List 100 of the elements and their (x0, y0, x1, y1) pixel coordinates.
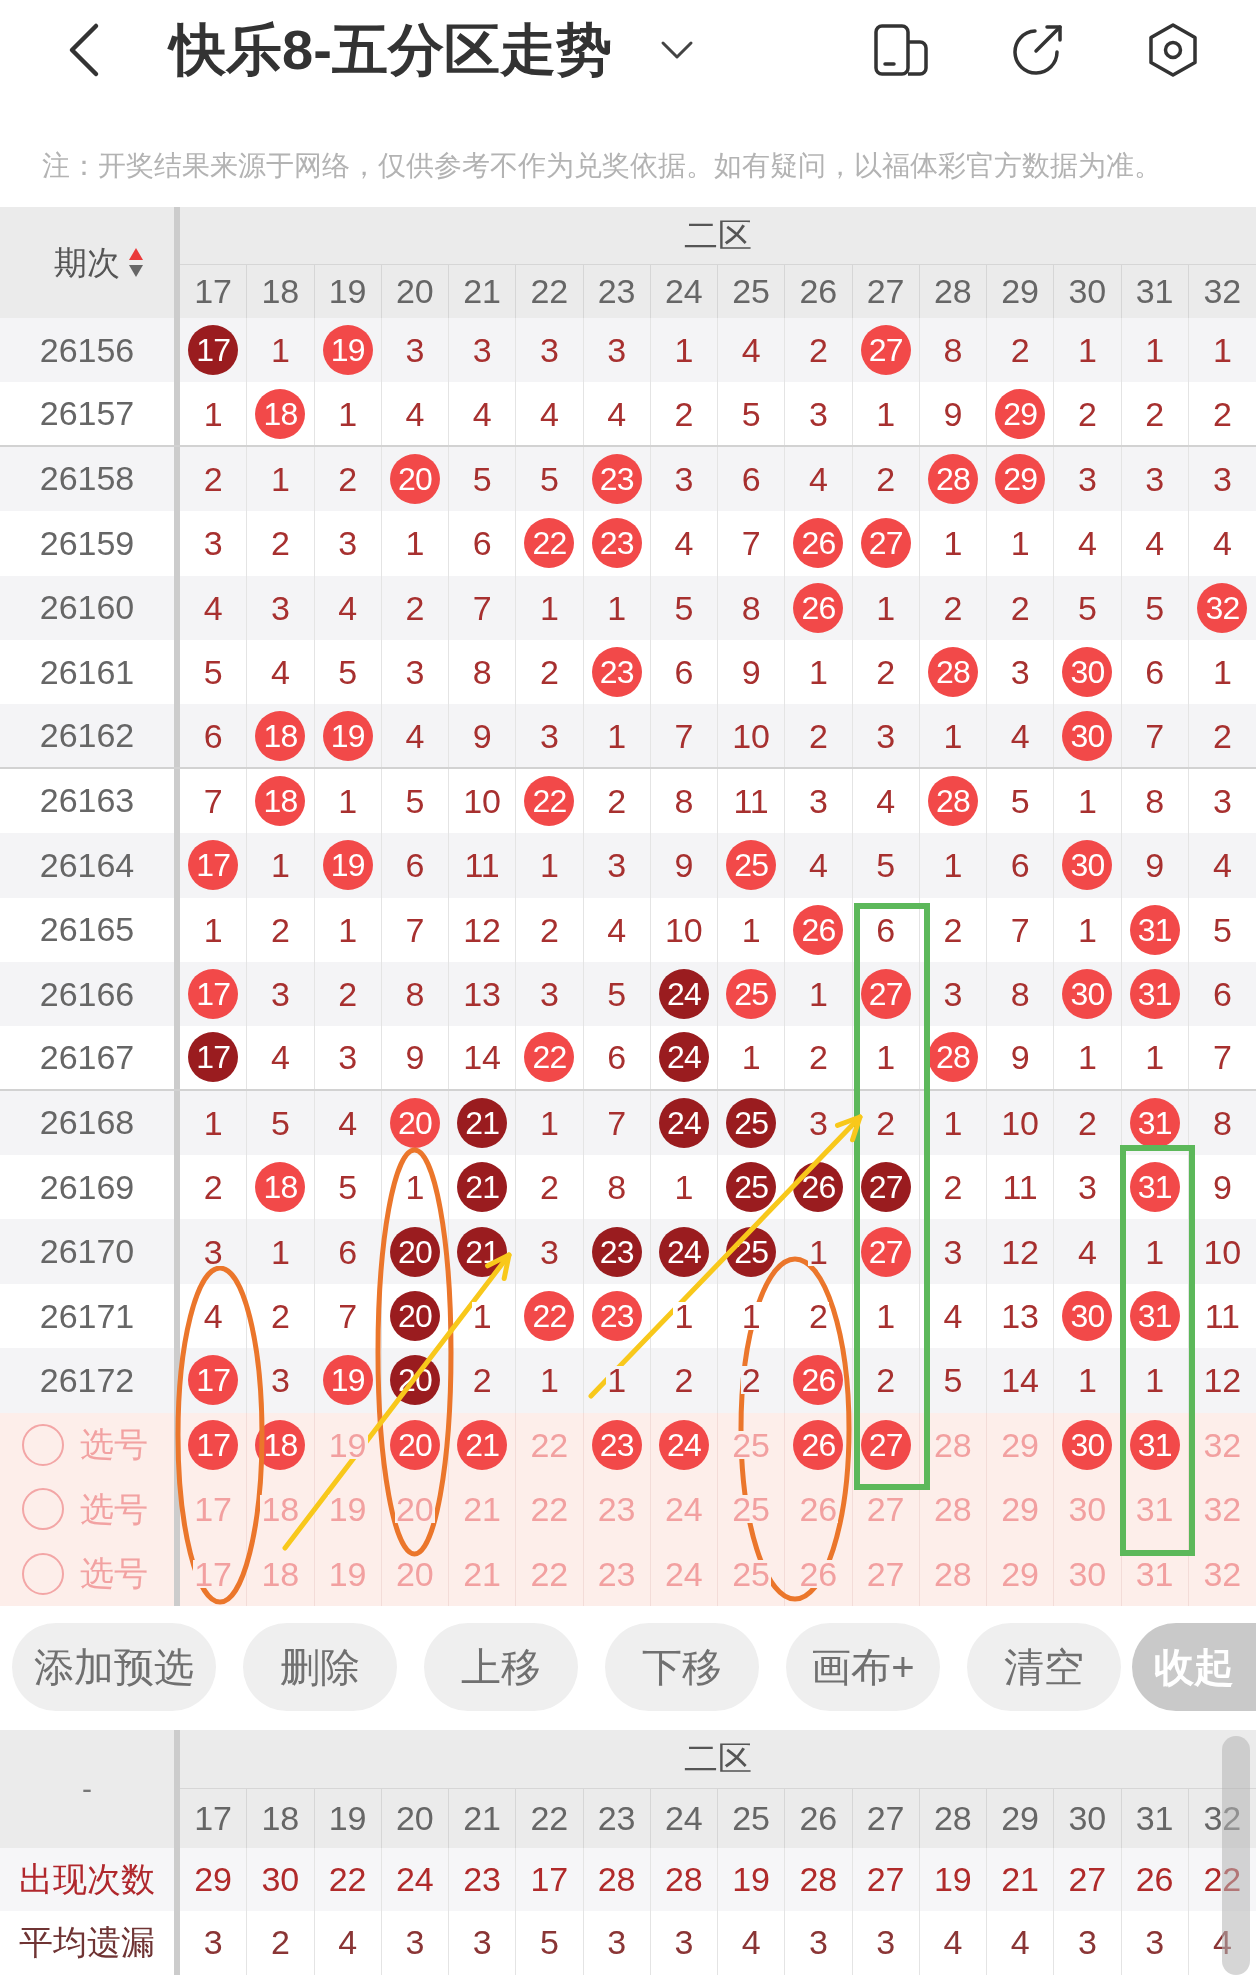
table-cell: 2 (471, 1366, 493, 1395)
column-header: 25 (718, 1788, 786, 1848)
table-cell: 2 (807, 1302, 829, 1331)
table-cell: 30 (247, 1847, 315, 1911)
table-cell: 2 (1009, 336, 1031, 365)
radio-icon[interactable] (22, 1423, 64, 1466)
table-cell: 3 (583, 1910, 651, 1975)
table-cell: 1 (875, 1302, 897, 1331)
radio-icon[interactable] (22, 1488, 64, 1531)
table-cell: 3 (1121, 1910, 1189, 1975)
table-cell: 6 (673, 658, 695, 687)
column-header: 22 (516, 1788, 584, 1848)
column-header: 32 (1202, 271, 1243, 312)
table-cell: 4 (202, 1302, 224, 1331)
table-cell: 6 (404, 851, 426, 880)
column-header: 26 (785, 1788, 853, 1848)
table-cell: 24 (381, 1847, 449, 1911)
table-cell: 4 (987, 1910, 1055, 1975)
corner-label: - (82, 1771, 92, 1808)
number-option[interactable]: 27 (865, 1495, 906, 1524)
chevron-down-icon[interactable] (659, 40, 694, 60)
number-option[interactable]: 25 (731, 1430, 772, 1459)
pick-radio[interactable]: 选号 (22, 1419, 148, 1471)
number-option[interactable]: 31 (1134, 1495, 1175, 1524)
table-cell: 3 (1076, 1173, 1098, 1202)
table-cell: 5 (942, 1366, 964, 1395)
table-cell: 28 (650, 1847, 718, 1911)
number-option[interactable]: 21 (462, 1495, 503, 1524)
table-cell: 8 (942, 336, 964, 365)
number-option[interactable]: 25 (731, 1495, 772, 1524)
number-option[interactable]: 18 (260, 1495, 301, 1524)
table-cell: 1 (606, 1366, 628, 1395)
number-option[interactable]: 26 (798, 1495, 839, 1524)
radio-icon[interactable] (22, 1552, 64, 1595)
column-header: 18 (247, 1788, 315, 1848)
toolbar-button[interactable]: 删除 (243, 1622, 397, 1711)
table-cell: 28 (785, 1847, 853, 1911)
toolbar-button[interactable]: 清空 (967, 1622, 1121, 1711)
number-option[interactable]: 23 (596, 1495, 637, 1524)
table-cell: 2 (538, 658, 560, 687)
toolbar-button[interactable]: 添加预选 (12, 1622, 216, 1711)
table-cell: 3 (650, 1910, 718, 1975)
table-cell: 3 (538, 336, 560, 365)
column-header: 23 (583, 1788, 651, 1848)
number-option[interactable]: 25 (731, 1559, 772, 1588)
notice-text: 注：开奖结果来源于网络，仅供参考不作为兑奖依据。如有疑问，以福体彩官方数据为准。 (42, 150, 1163, 182)
table-cell: 2 (247, 1910, 315, 1975)
table-cell: 1 (875, 1043, 897, 1072)
zone-header: 二区 (684, 1738, 752, 1780)
table-cell: 4 (269, 1043, 291, 1072)
toolbar-button[interactable]: 下移 (605, 1622, 759, 1711)
toolbar-button[interactable]: 上移 (424, 1622, 578, 1711)
toolbar-button[interactable]: 画布+ (786, 1622, 940, 1711)
table-cell: 3 (180, 1910, 248, 1975)
number-option[interactable]: 17 (193, 1559, 234, 1588)
number-option[interactable]: 32 (1202, 1495, 1243, 1524)
table-cell: 1 (673, 1302, 695, 1331)
table-cell: 1 (1144, 336, 1166, 365)
number-option[interactable]: 22 (529, 1495, 570, 1524)
back-icon[interactable] (68, 22, 100, 78)
table-cell: 1 (1144, 1043, 1166, 1072)
table-cell: 8 (1009, 980, 1031, 1009)
table-cell: 5 (516, 1910, 584, 1975)
table-cell: 3 (1054, 1910, 1122, 1975)
arrow-circle-icon[interactable] (1010, 23, 1064, 77)
table-cell-text: 4 (1211, 1922, 1233, 1964)
table-cell: 4 (673, 529, 695, 558)
table-cell: 3 (852, 1910, 920, 1975)
number-option[interactable]: 20 (394, 1495, 435, 1524)
number-option[interactable]: 28 (932, 1495, 973, 1524)
number-option[interactable]: 29 (1000, 1495, 1041, 1524)
number-option[interactable]: 24 (663, 1495, 704, 1524)
table-cell: 9 (1144, 851, 1166, 880)
table-cell: 6 (606, 1043, 628, 1072)
table-cell: 9 (404, 1043, 426, 1072)
table-cell: 19 (718, 1847, 786, 1911)
settings-icon[interactable] (1146, 23, 1200, 77)
table-cell: 5 (337, 1173, 359, 1202)
column-header: 30 (1054, 1788, 1122, 1848)
table-cell: 2 (538, 1173, 560, 1202)
number-option[interactable]: 17 (193, 1495, 234, 1524)
number-option[interactable]: 30 (1067, 1495, 1108, 1524)
table-cell: 2 (807, 336, 829, 365)
table-cell: 1 (471, 1302, 493, 1331)
table-cell: 3 (404, 658, 426, 687)
pick-radio[interactable]: 选号 (22, 1548, 148, 1600)
table-cell: 2 (807, 1043, 829, 1072)
table-cell: 8 (471, 658, 493, 687)
number-option[interactable]: 19 (327, 1495, 368, 1524)
devices-icon[interactable] (874, 24, 928, 76)
table-cell: 5 (875, 851, 897, 880)
number-option[interactable]: 26 (798, 1559, 839, 1588)
sort-icon[interactable] (128, 246, 144, 279)
table-cell: 2 (942, 1173, 964, 1202)
table-cell: 2 (337, 980, 359, 1009)
column-header: 17 (180, 1788, 248, 1848)
pick-radio[interactable]: 选号 (22, 1483, 148, 1535)
table-cell: 13 (1000, 1302, 1041, 1331)
table-cell: 3 (337, 1043, 359, 1072)
table-cell: 2 (875, 1366, 897, 1395)
